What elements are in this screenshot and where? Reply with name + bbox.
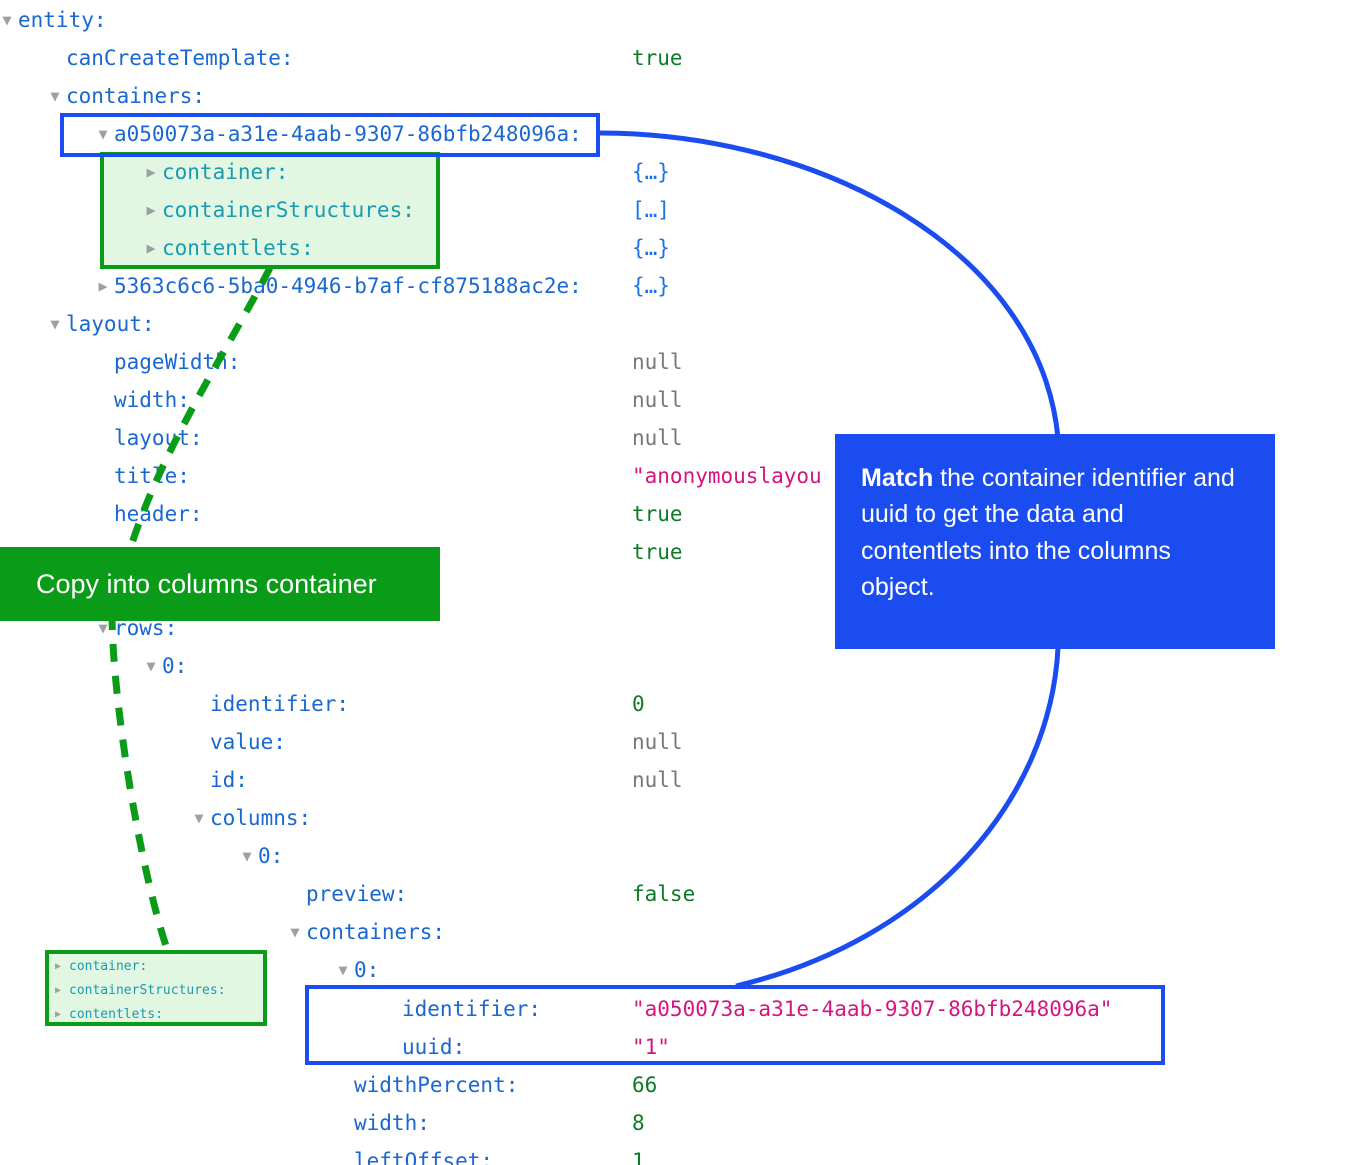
chevron-down-icon[interactable]: ▼ [46, 309, 64, 339]
tree-row[interactable]: ▶ 5363c6c6-5ba0-4946-b7af-cf875188ac2e: {…… [0, 271, 1360, 301]
tree-row[interactable]: leftOffset: 1 [0, 1146, 1360, 1165]
tree-row-value: true [632, 540, 683, 564]
callout-blue-bold: Match [861, 464, 934, 492]
tree-row[interactable]: ▼ entity: [0, 5, 1360, 35]
tree-row-value: {…} [632, 274, 670, 298]
tree-row-key: 0: [162, 654, 188, 678]
tree-row-key: identifier: [402, 997, 542, 1021]
tree-row-value: true [632, 502, 683, 526]
tree-row[interactable]: ▶ contentlets: {…} [0, 233, 1360, 263]
tree-row[interactable]: width: 8 [0, 1108, 1360, 1138]
callout-match-identifier: Match the container identifier and uuid … [835, 434, 1275, 649]
tree-row[interactable]: widthPercent: 66 [0, 1070, 1360, 1100]
tree-row-value: 66 [632, 1073, 658, 1097]
chevron-right-icon[interactable]: ▶ [94, 271, 112, 301]
chevron-down-icon[interactable]: ▼ [286, 917, 304, 947]
tree-row[interactable]: ▼ a050073a-a31e-4aab-9307-86bfb248096a: [0, 119, 1360, 149]
tree-row[interactable]: ▼ 0: [0, 651, 1360, 681]
tree-row[interactable]: ▶ containerStructures: […] [0, 195, 1360, 225]
tree-row-value: true [632, 46, 683, 70]
tree-row-key: container: [162, 160, 289, 184]
tree-row[interactable]: identifier: 0 [0, 689, 1360, 719]
tree-row[interactable]: id: null [0, 765, 1360, 795]
chevron-down-icon[interactable]: ▼ [142, 651, 160, 681]
chevron-right-icon[interactable]: ▶ [142, 157, 160, 187]
tree-row-value: null [632, 730, 683, 754]
tree-row[interactable]: ▶ container: {…} [0, 157, 1360, 187]
callout-green-text: Copy into columns container [36, 568, 377, 599]
tree-row[interactable]: canCreateTemplate: true [0, 43, 1360, 73]
tree-row[interactable]: value: null [0, 727, 1360, 757]
tree-row-value: false [632, 882, 696, 906]
tree-row-key: containerStructures: [162, 198, 415, 222]
chevron-right-icon: ▶ [55, 1009, 62, 1020]
tree-row-key: uuid: [402, 1035, 466, 1059]
tree-row[interactable]: ▼ layout: [0, 309, 1360, 339]
tree-row-key: entity: [18, 8, 107, 32]
tree-row-key: contentlets: [162, 236, 314, 260]
inset-row-container: container: [69, 959, 148, 974]
json-tree-annotated-screenshot: ▼ entity: canCreateTemplate: true ▼ container… [0, 0, 1360, 1165]
chevron-down-icon[interactable]: ▼ [334, 955, 352, 985]
tree-row[interactable]: width: null [0, 385, 1360, 415]
tree-row-value: 1 [632, 1149, 645, 1165]
tree-row-value: null [632, 388, 683, 412]
tree-row-key: 5363c6c6-5ba0-4946-b7af-cf875188ac2e: [114, 274, 582, 298]
tree-row-key: id: [210, 768, 248, 792]
tree-row-key: canCreateTemplate: [66, 46, 294, 70]
tree-row-value: {…} [632, 160, 670, 184]
chevron-down-icon[interactable]: ▼ [94, 119, 112, 149]
chevron-down-icon[interactable]: ▼ [238, 841, 256, 871]
tree-row[interactable]: ▼ containers: [0, 81, 1360, 111]
tree-row-value: 0 [632, 692, 645, 716]
tree-row-key: width: [354, 1111, 430, 1135]
tree-row-key: value: [210, 730, 286, 754]
tree-row[interactable]: ▼ 0: [0, 841, 1360, 871]
tree-row-value: "anonymouslayou [632, 464, 822, 488]
tree-row[interactable]: uuid: "1" [0, 1032, 1360, 1062]
tree-row[interactable]: ▼ columns: [0, 803, 1360, 833]
tree-row-key: pageWidth: [114, 350, 241, 374]
tree-row-value: […] [632, 198, 670, 222]
inset-row-containerstructures: containerStructures: [69, 983, 226, 998]
tree-row-value: null [632, 768, 683, 792]
tree-row-key: columns: [210, 806, 312, 830]
callout-copy-into-columns: Copy into columns container [0, 547, 440, 621]
tree-row-key: a050073a-a31e-4aab-9307-86bfb248096a: [114, 122, 582, 146]
tree-row-key: 0: [258, 844, 284, 868]
tree-row-value: null [632, 350, 683, 374]
tree-row-value: null [632, 426, 683, 450]
chevron-down-icon[interactable]: ▼ [46, 81, 64, 111]
tree-row-value: "a050073a-a31e-4aab-9307-86bfb248096a" [632, 997, 1113, 1021]
tree-row-key: containers: [66, 84, 206, 108]
highlight-box-container-inset: ▶ container: ▶ containerStructures: ▶ co… [45, 950, 267, 1026]
tree-row-key: title: [114, 464, 190, 488]
tree-row-key: containers: [306, 920, 446, 944]
chevron-right-icon: ▶ [55, 985, 62, 996]
chevron-down-icon[interactable]: ▼ [190, 803, 208, 833]
tree-row[interactable]: preview: false [0, 879, 1360, 909]
chevron-right-icon[interactable]: ▶ [142, 233, 160, 263]
chevron-right-icon[interactable]: ▶ [142, 195, 160, 225]
tree-row-key: layout: [66, 312, 155, 336]
chevron-right-icon: ▶ [55, 961, 62, 972]
inset-row-contentlets: contentlets: [69, 1007, 163, 1022]
tree-row-key: header: [114, 502, 203, 526]
tree-row-key: identifier: [210, 692, 350, 716]
tree-row-key: leftOffset: [354, 1149, 494, 1165]
tree-row[interactable]: pageWidth: null [0, 347, 1360, 377]
tree-row[interactable]: ▼ containers: [0, 917, 1360, 947]
chevron-down-icon[interactable]: ▼ [0, 5, 16, 35]
tree-row-value: 8 [632, 1111, 645, 1135]
tree-row-key: widthPercent: [354, 1073, 519, 1097]
tree-row-value: "1" [632, 1035, 670, 1059]
tree-row-value: {…} [632, 236, 670, 260]
tree-row-key: preview: [306, 882, 408, 906]
tree-row-key: width: [114, 388, 190, 412]
tree-row-key: layout: [114, 426, 203, 450]
tree-row-key: 0: [354, 958, 380, 982]
